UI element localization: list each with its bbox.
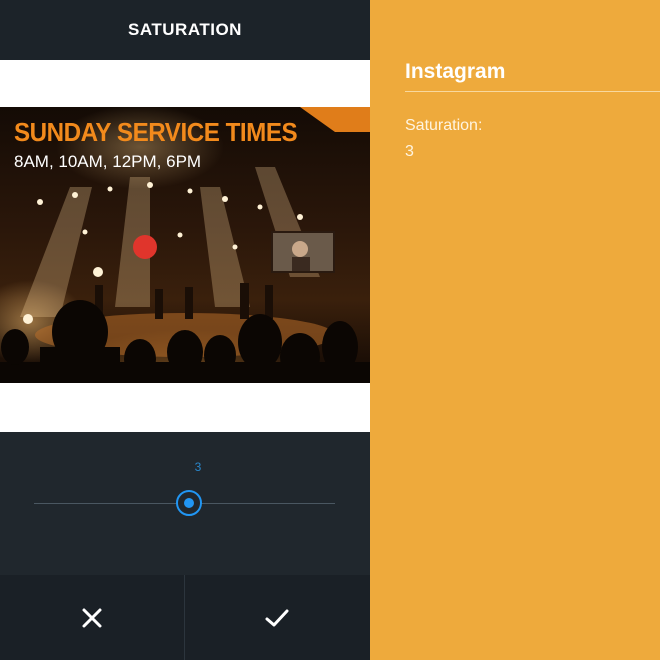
close-icon: [82, 608, 102, 627]
saturation-slider-handle[interactable]: [176, 490, 202, 516]
app-name: Instagram: [405, 60, 506, 83]
bottom-action-bar: [0, 575, 370, 660]
phone-screen: SATURATION SUNDAY SERVICE TIMES 8AM, 10A…: [0, 0, 370, 660]
concert-scene: [0, 107, 370, 383]
setting-label: Saturation:: [405, 117, 483, 134]
info-divider: [405, 91, 660, 92]
poster-times: 8AM, 10AM, 12PM, 6PM: [14, 152, 202, 171]
confirm-button[interactable]: [185, 575, 369, 660]
photo-preview: SUNDAY SERVICE TIMES 8AM, 10AM, 12PM, 6P…: [0, 107, 370, 383]
poster-headline: SUNDAY SERVICE TIMES: [14, 117, 298, 147]
photo-canvas: SUNDAY SERVICE TIMES 8AM, 10AM, 12PM, 6P…: [0, 60, 370, 432]
adjustment-controls: 3: [0, 432, 370, 575]
slider-handle-dot: [184, 498, 194, 508]
setting-value: 3: [405, 143, 414, 160]
slider-value-label: 3: [194, 460, 202, 474]
info-panel: Instagram Saturation: 3: [370, 0, 660, 660]
top-bar: SATURATION: [0, 0, 370, 60]
check-icon: [265, 609, 289, 626]
cancel-button[interactable]: [0, 575, 185, 660]
screen-title: SATURATION: [128, 20, 242, 39]
